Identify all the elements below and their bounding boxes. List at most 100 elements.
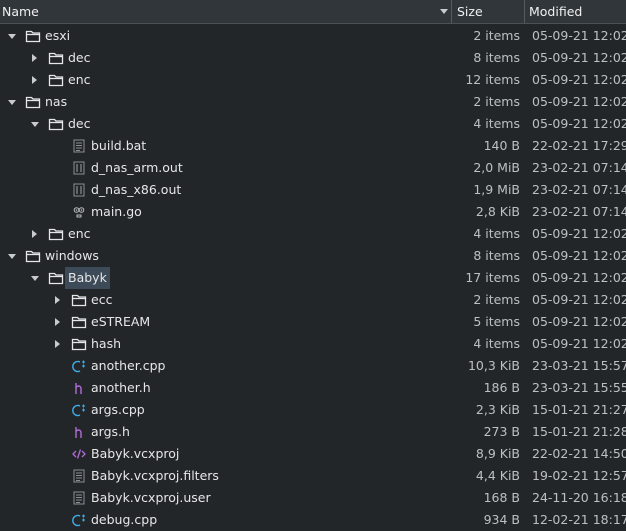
tree-row-file[interactable]: Babyk.vcxproj.filters 4,4 KiB 19-02-21 12:… <box>0 465 626 487</box>
item-size: 2,0 MiB <box>473 160 520 175</box>
sort-indicator-icon <box>440 9 448 14</box>
tree-row-file[interactable]: main.go 2,8 KiB 23-02-21 07:14 <box>0 201 626 223</box>
folder-icon <box>25 248 41 264</box>
header-file-icon <box>71 380 87 396</box>
column-name-header[interactable]: Name <box>2 0 450 23</box>
item-name: main.go <box>91 204 142 219</box>
tree-row-file[interactable]: another.cpp 10,3 KiB 23-03-21 15:57 <box>0 355 626 377</box>
cpp-file-icon <box>71 512 87 528</box>
item-name: another.cpp <box>91 358 166 373</box>
item-size: 4 items <box>473 116 520 131</box>
tree-row-folder[interactable]: nas 2 items 05-09-21 12:02 <box>0 91 626 113</box>
item-modified: 22-02-21 17:29 <box>532 138 626 153</box>
collapse-arrow-icon[interactable] <box>6 25 18 47</box>
tree-row-file[interactable]: d_nas_x86.out 1,9 MiB 23-02-21 07:14 <box>0 179 626 201</box>
tree-row-file[interactable]: build.bat 140 B 22-02-21 17:29 <box>0 135 626 157</box>
cpp-file-icon <box>71 402 87 418</box>
binary-file-icon <box>71 160 87 176</box>
expand-arrow-icon[interactable] <box>52 289 64 311</box>
tree-row-folder[interactable]: hash 4 items 05-09-21 12:02 <box>0 333 626 355</box>
column-modified-header[interactable]: Modified <box>524 0 626 23</box>
tree-row-file[interactable]: Babyk.vcxproj 8,9 KiB 22-02-21 14:50 <box>0 443 626 465</box>
tree-row-folder[interactable]: esxi 2 items 05-09-21 12:02 <box>0 25 626 47</box>
item-name: eSTREAM <box>91 314 151 329</box>
item-name: Babyk <box>65 267 110 289</box>
tree-row-file[interactable]: args.h 273 B 15-01-21 21:28 <box>0 421 626 443</box>
item-size: 8 items <box>473 50 520 65</box>
expand-arrow-icon[interactable] <box>52 311 64 333</box>
item-modified: 23-03-21 15:55 <box>532 380 626 395</box>
item-name: Babyk.vcxproj <box>91 446 180 461</box>
folder-icon <box>71 292 87 308</box>
text-file-icon <box>71 490 87 506</box>
tree-row-folder[interactable]: enc 4 items 05-09-21 12:02 <box>0 223 626 245</box>
item-name: args.cpp <box>91 402 145 417</box>
item-modified: 05-09-21 12:02 <box>532 336 626 351</box>
item-modified: 05-09-21 12:02 <box>532 226 626 241</box>
tree-row-folder[interactable]: Babyk 17 items 05-09-21 12:02 <box>0 267 626 289</box>
item-size: 934 B <box>483 512 520 527</box>
item-modified: 22-02-21 14:50 <box>532 446 626 461</box>
item-modified: 05-09-21 12:02 <box>532 270 626 285</box>
item-name: debug.cpp <box>91 512 158 527</box>
folder-icon <box>48 270 64 286</box>
item-modified: 23-02-21 07:14 <box>532 182 626 197</box>
text-file-icon <box>71 468 87 484</box>
item-modified: 05-09-21 12:02 <box>532 292 626 307</box>
item-size: 4 items <box>473 336 520 351</box>
folder-icon <box>25 94 41 110</box>
item-size: 4,4 KiB <box>475 468 520 483</box>
tree-row-file[interactable]: d_nas_arm.out 2,0 MiB 23-02-21 07:14 <box>0 157 626 179</box>
collapse-arrow-icon[interactable] <box>29 267 41 289</box>
item-modified: 05-09-21 12:02 <box>532 28 626 43</box>
item-name: nas <box>45 94 68 109</box>
item-size: 2,3 KiB <box>475 402 520 417</box>
expand-arrow-icon[interactable] <box>52 333 64 355</box>
folder-icon <box>48 116 64 132</box>
tree-row-file[interactable]: another.h 186 B 23-03-21 15:55 <box>0 377 626 399</box>
item-size: 1,9 MiB <box>473 182 520 197</box>
folder-icon <box>48 72 64 88</box>
collapse-arrow-icon[interactable] <box>6 245 18 267</box>
item-size: 140 B <box>483 138 520 153</box>
tree-row-file[interactable]: Babyk.vcxproj.user 168 B 24-11-20 16:18 <box>0 487 626 509</box>
item-modified: 05-09-21 12:02 <box>532 94 626 109</box>
item-name: d_nas_arm.out <box>91 160 183 175</box>
item-modified: 15-01-21 21:27 <box>532 402 626 417</box>
cpp-file-icon <box>71 358 87 374</box>
tree-row-file[interactable]: debug.cpp 934 B 12-02-21 18:17 <box>0 509 626 531</box>
collapse-arrow-icon[interactable] <box>29 113 41 135</box>
item-size: 168 B <box>483 490 520 505</box>
item-name: Babyk.vcxproj.filters <box>91 468 219 483</box>
item-modified: 05-09-21 12:02 <box>532 116 626 131</box>
tree-row-folder[interactable]: dec 8 items 05-09-21 12:02 <box>0 47 626 69</box>
item-name: enc <box>68 226 91 241</box>
tree-row-folder[interactable]: dec 4 items 05-09-21 12:02 <box>0 113 626 135</box>
tree-row-folder[interactable]: windows 8 items 05-09-21 12:02 <box>0 245 626 267</box>
item-size: 2 items <box>473 292 520 307</box>
expand-arrow-icon[interactable] <box>29 69 41 91</box>
tree-row-folder[interactable]: enc 12 items 05-09-21 12:02 <box>0 69 626 91</box>
item-size: 10,3 KiB <box>467 358 520 373</box>
item-modified: 05-09-21 12:02 <box>532 248 626 263</box>
item-size: 12 items <box>465 72 520 87</box>
tree-row-file[interactable]: args.cpp 2,3 KiB 15-01-21 21:27 <box>0 399 626 421</box>
item-name: hash <box>91 336 122 351</box>
expand-arrow-icon[interactable] <box>29 223 41 245</box>
tree-row-folder[interactable]: eSTREAM 5 items 05-09-21 12:02 <box>0 311 626 333</box>
expand-arrow-icon[interactable] <box>29 47 41 69</box>
item-size: 2 items <box>473 94 520 109</box>
item-size: 5 items <box>473 314 520 329</box>
item-modified: 23-02-21 07:14 <box>532 204 626 219</box>
item-modified: 05-09-21 12:02 <box>532 72 626 87</box>
item-modified: 05-09-21 12:02 <box>532 50 626 65</box>
folder-icon <box>71 314 87 330</box>
item-modified: 15-01-21 21:28 <box>532 424 626 439</box>
item-name: ecc <box>91 292 113 307</box>
collapse-arrow-icon[interactable] <box>6 91 18 113</box>
tree-row-folder[interactable]: ecc 2 items 05-09-21 12:02 <box>0 289 626 311</box>
file-tree: esxi 2 items 05-09-21 12:02 dec 8 items 05-09… <box>0 25 626 531</box>
column-size-header[interactable]: Size <box>451 0 523 23</box>
folder-icon <box>71 336 87 352</box>
item-modified: 05-09-21 12:02 <box>532 314 626 329</box>
